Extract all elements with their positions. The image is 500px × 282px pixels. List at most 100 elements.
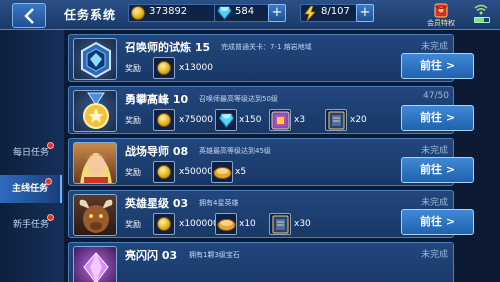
- reward-quantity: x10: [239, 219, 256, 229]
- wifi-icon: [474, 4, 488, 15]
- reward-slot: [153, 161, 175, 183]
- vip-privilege-label: 会员特权: [427, 19, 455, 27]
- reward-label: 奖励: [125, 116, 141, 125]
- summoner-badge-icon: [73, 38, 117, 80]
- chevron-left-icon: [24, 8, 34, 24]
- reward-slot: [215, 213, 237, 235]
- reward-slot: [269, 109, 291, 131]
- reward-slot: [153, 57, 175, 79]
- task-status: 未完成: [421, 146, 449, 156]
- task-row: 召唤师的试炼 15 完成普通关卡：7-1 熔岩地域 奖励 x13000 未完成 …: [68, 34, 474, 82]
- back-button[interactable]: [12, 3, 46, 28]
- goto-button[interactable]: 前往 >: [401, 209, 474, 235]
- task-description: 英雄最高等级达到45级: [199, 147, 271, 155]
- reward-quantity: x13000: [179, 63, 213, 73]
- tab-daily-tasks[interactable]: 每日任务: [0, 139, 62, 167]
- notification-dot: [45, 178, 52, 185]
- goto-label: 前往: [419, 111, 442, 124]
- goto-button[interactable]: 前往 >: [401, 157, 474, 183]
- task-description: 拥有1颗3级宝石: [189, 251, 240, 259]
- notification-dot: [47, 142, 54, 149]
- reward-label: 奖励: [125, 168, 141, 177]
- task-row: 亮闪闪 03 拥有1颗3级宝石 未完成: [68, 242, 454, 282]
- tab-main-tasks[interactable]: 主线任务: [0, 175, 62, 203]
- task-title: 勇攀高峰 10: [125, 93, 189, 106]
- task-description: 完成普通关卡：7-1 熔岩地域: [221, 43, 312, 51]
- red-envelope-icon: [434, 3, 448, 18]
- medal-icon: [73, 90, 117, 132]
- reward-quantity: x3: [294, 115, 306, 125]
- reward-quantity: x20: [350, 115, 367, 125]
- card-pack-icon: [271, 111, 290, 130]
- chevron-right-icon: >: [445, 215, 456, 228]
- task-description: 拥有4星英雄: [199, 199, 239, 207]
- reward-slot: [269, 213, 291, 235]
- gold-coin-icon: [157, 165, 171, 179]
- reward-slot: [215, 109, 237, 131]
- reward-slot: [153, 213, 175, 235]
- gold-bread-icon: [217, 219, 236, 231]
- reward-quantity: x150: [239, 115, 262, 125]
- reward-quantity: x50000: [179, 167, 213, 177]
- chevron-right-icon: >: [445, 111, 456, 124]
- scroll-card-icon: [328, 111, 345, 130]
- diamond-icon: [218, 113, 235, 128]
- goto-button[interactable]: 前往 >: [401, 105, 474, 131]
- hero-minotaur-icon: [73, 194, 117, 236]
- page-title: 任务系统: [64, 8, 117, 22]
- goto-label: 前往: [419, 215, 442, 228]
- tab-label: 新手任务: [12, 220, 49, 230]
- reward-quantity: x30: [294, 219, 311, 229]
- diamond-icon: [217, 6, 232, 20]
- reward-quantity: x5: [235, 167, 247, 177]
- gold-coin-icon: [157, 61, 171, 75]
- add-stamina-button[interactable]: +: [356, 4, 374, 22]
- reward-label: 奖励: [125, 64, 141, 73]
- task-list[interactable]: 召唤师的试炼 15 完成普通关卡：7-1 熔岩地域 奖励 x13000 未完成 …: [68, 34, 500, 282]
- goto-label: 前往: [419, 163, 442, 176]
- chevron-right-icon: >: [445, 59, 456, 72]
- gold-coin-icon: [157, 113, 171, 127]
- reward-quantity: x75000: [179, 115, 213, 125]
- task-title: 战场导师 08: [125, 145, 189, 158]
- gem-counter: 584 +: [214, 4, 286, 22]
- task-category-sidebar: 每日任务 主线任务 新手任务: [0, 30, 64, 282]
- task-status: 未完成: [421, 198, 449, 208]
- add-gems-button[interactable]: +: [268, 4, 286, 22]
- lightning-icon: [304, 6, 316, 21]
- vip-privilege-button[interactable]: 会员特权: [423, 1, 459, 29]
- stamina-value: 8/107: [321, 6, 350, 17]
- scroll-card-icon: [272, 215, 289, 234]
- reward-label: 奖励: [125, 220, 141, 229]
- reward-slot: [211, 161, 233, 183]
- gold-coin-icon: [131, 6, 145, 20]
- stamina-counter: 8/107 +: [300, 4, 374, 22]
- reward-quantity: x100000: [179, 219, 219, 229]
- reward-slot: [325, 109, 347, 131]
- task-title: 召唤师的试炼 15: [125, 41, 211, 54]
- chevron-right-icon: >: [445, 163, 456, 176]
- task-row: 勇攀高峰 10 召唤师最高等级达到50级 奖励 x75000 x150 x3 x…: [68, 86, 474, 134]
- tab-newbie-tasks[interactable]: 新手任务: [0, 211, 62, 239]
- task-title: 亮闪闪 03: [125, 249, 178, 262]
- notification-dot: [47, 214, 54, 221]
- task-row: 战场导师 08 英雄最高等级达到45级 奖励 x50000 x5 未完成 前往 …: [68, 138, 474, 186]
- task-progress: 47/50: [423, 91, 449, 101]
- battery-icon: [474, 17, 490, 23]
- gold-bread-icon: [213, 167, 232, 179]
- gem-sparkle-icon: [73, 246, 117, 282]
- hero-portrait-icon: [73, 142, 117, 184]
- task-status: 未完成: [421, 250, 449, 260]
- task-status: 未完成: [421, 42, 449, 52]
- tab-label: 每日任务: [12, 148, 49, 158]
- goto-button[interactable]: 前往 >: [401, 53, 474, 79]
- goto-label: 前往: [419, 59, 442, 72]
- task-row: 英雄星级 03 拥有4星英雄 奖励 x100000 x10 x30 未完成 前往: [68, 190, 474, 238]
- task-title: 英雄星级 03: [125, 197, 189, 210]
- reward-slot: [153, 109, 175, 131]
- coin-value: 373892: [149, 6, 188, 17]
- gem-value: 584: [235, 6, 255, 17]
- top-bar: 任务系统 373892 + 584 + 8/107 + 会员特权: [0, 0, 500, 30]
- gold-coin-icon: [157, 217, 171, 231]
- tab-label: 主线任务: [11, 184, 48, 194]
